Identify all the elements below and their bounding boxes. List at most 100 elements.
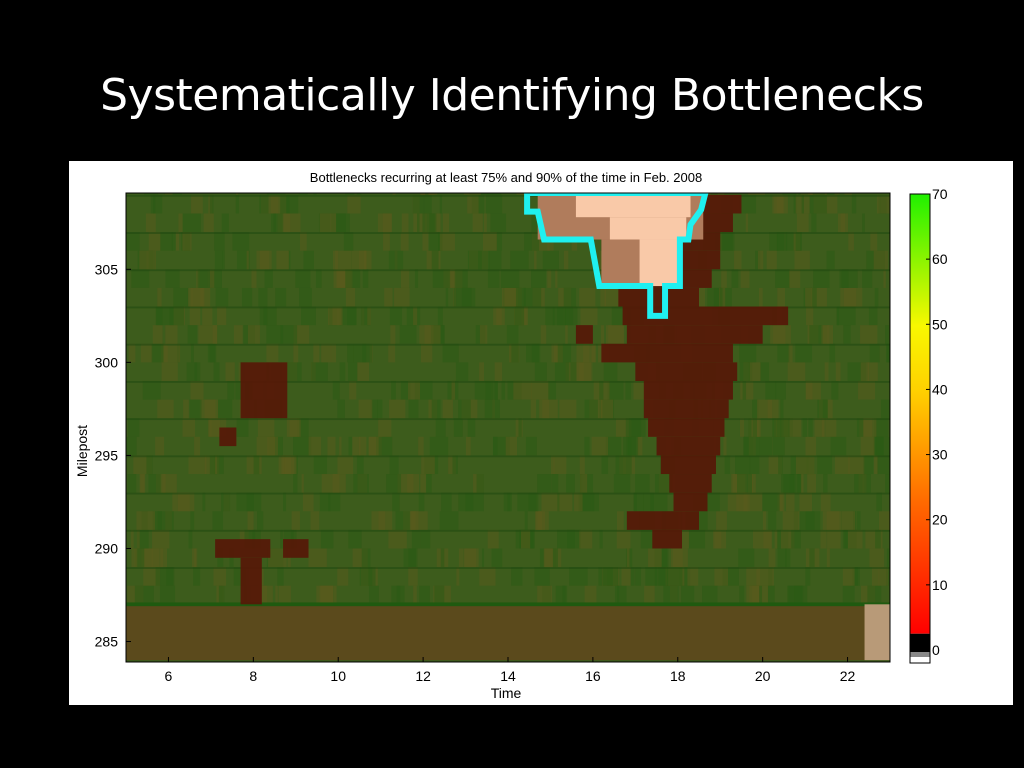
heatmap-cell (330, 343, 337, 363)
heatmap-cell (291, 511, 300, 530)
heatmap-cell (885, 325, 890, 344)
heatmap-cell (388, 250, 404, 270)
heatmap-cell (591, 343, 595, 363)
heatmap-cell (777, 343, 790, 363)
heatmap-cell (534, 362, 547, 381)
heatmap-cell (348, 436, 352, 456)
heatmap-cell (420, 474, 426, 493)
x-tick-label: 10 (330, 668, 346, 684)
heatmap-cell (451, 380, 456, 400)
heatmap-cell (734, 250, 742, 270)
heatmap-cell (648, 548, 662, 568)
heatmap-cell (795, 343, 813, 363)
heatmap-cell (429, 213, 437, 233)
heatmap-cell (458, 548, 464, 568)
heatmap-cell (739, 362, 750, 381)
heatmap-cell (860, 436, 875, 456)
heatmap-cell (345, 287, 356, 307)
heatmap-cell (442, 343, 459, 363)
heatmap-cell (876, 492, 882, 512)
heatmap-cell (540, 325, 547, 344)
heatmap-cell (774, 529, 778, 549)
heatmap-cell (386, 474, 402, 493)
heatmap-cell (601, 343, 733, 363)
heatmap-cell (796, 213, 809, 233)
heatmap-cell (182, 213, 201, 233)
x-tick-label: 14 (500, 668, 516, 684)
heatmap-cell (487, 269, 500, 288)
heatmap-cell (530, 529, 535, 549)
heatmap-cell (591, 436, 609, 456)
heatmap-cell (500, 269, 520, 288)
heatmap-cell (621, 567, 631, 586)
heatmap-cell (439, 232, 455, 251)
heatmap-cell (666, 567, 683, 586)
heatmap-cell (302, 492, 314, 512)
heatmap-cell (454, 269, 468, 288)
heatmap-cell (794, 250, 810, 270)
heatmap-cell (356, 455, 364, 475)
heatmap-cell (721, 269, 727, 288)
heatmap-cell (267, 436, 278, 456)
heatmap-cell (299, 232, 307, 251)
heatmap-cell (554, 362, 569, 381)
heatmap-cell (217, 306, 227, 326)
heatmap-row-line (126, 529, 890, 532)
heatmap-cell (775, 269, 790, 288)
heatmap-cell (630, 567, 635, 586)
heatmap-cell (264, 269, 273, 288)
heatmap-cell (435, 418, 446, 437)
heatmap-cell (479, 362, 485, 381)
heatmap-cell (757, 399, 773, 419)
heatmap-cell (805, 511, 821, 530)
colorbar-tick-label: 70 (932, 186, 948, 202)
heatmap-cell (625, 380, 632, 400)
heatmap-cell (777, 548, 787, 568)
heatmap-cell (789, 269, 801, 288)
figure: Bottlenecks recurring at least 75% and 9… (69, 161, 1013, 705)
heatmap-row-line (126, 418, 890, 421)
heatmap-cell (203, 213, 214, 233)
heatmap-cell (617, 585, 627, 605)
heatmap-cell (868, 306, 878, 326)
heatmap-cell (740, 269, 750, 288)
heatmap-cell (189, 306, 201, 326)
heatmap-cell (574, 492, 583, 512)
heatmap-cell (198, 325, 218, 344)
heatmap-cell (840, 213, 846, 233)
heatmap-cell (136, 529, 140, 549)
heatmap-cell (371, 511, 386, 530)
heatmap-cell (607, 380, 624, 400)
heatmap-cell (408, 548, 416, 568)
heatmap-cell (843, 287, 863, 307)
heatmap-cell (253, 455, 260, 475)
y-tick-label: 305 (95, 261, 119, 277)
heatmap-cell (777, 287, 786, 307)
bottleneck-90-cell (639, 239, 678, 287)
heatmap-cell (805, 380, 813, 400)
heatmap-cell (420, 529, 431, 549)
heatmap-cell (645, 567, 658, 586)
heatmap-cell (145, 213, 156, 233)
heatmap-cell (525, 436, 537, 456)
heatmap-cell (465, 436, 471, 456)
heatmap-cell (862, 213, 865, 233)
heatmap-cell (727, 492, 740, 512)
x-axis-label: Time (491, 685, 522, 701)
heatmap-cell (738, 548, 755, 568)
heatmap-cell (530, 399, 537, 419)
heatmap-cell (391, 380, 396, 400)
heatmap-cell (544, 548, 562, 568)
heatmap-cell (368, 585, 379, 605)
heatmap-cell (827, 529, 841, 549)
heatmap-cell (128, 418, 140, 437)
heatmap-cell (600, 325, 605, 344)
heatmap-cells (126, 193, 890, 662)
heatmap-cell (212, 511, 224, 530)
heatmap-cell (476, 474, 484, 493)
heatmap-cell (687, 567, 699, 586)
heatmap-cell (869, 548, 885, 568)
heatmap-cell (240, 362, 288, 419)
heatmap-cell (841, 511, 855, 530)
heatmap-cell (320, 585, 334, 605)
